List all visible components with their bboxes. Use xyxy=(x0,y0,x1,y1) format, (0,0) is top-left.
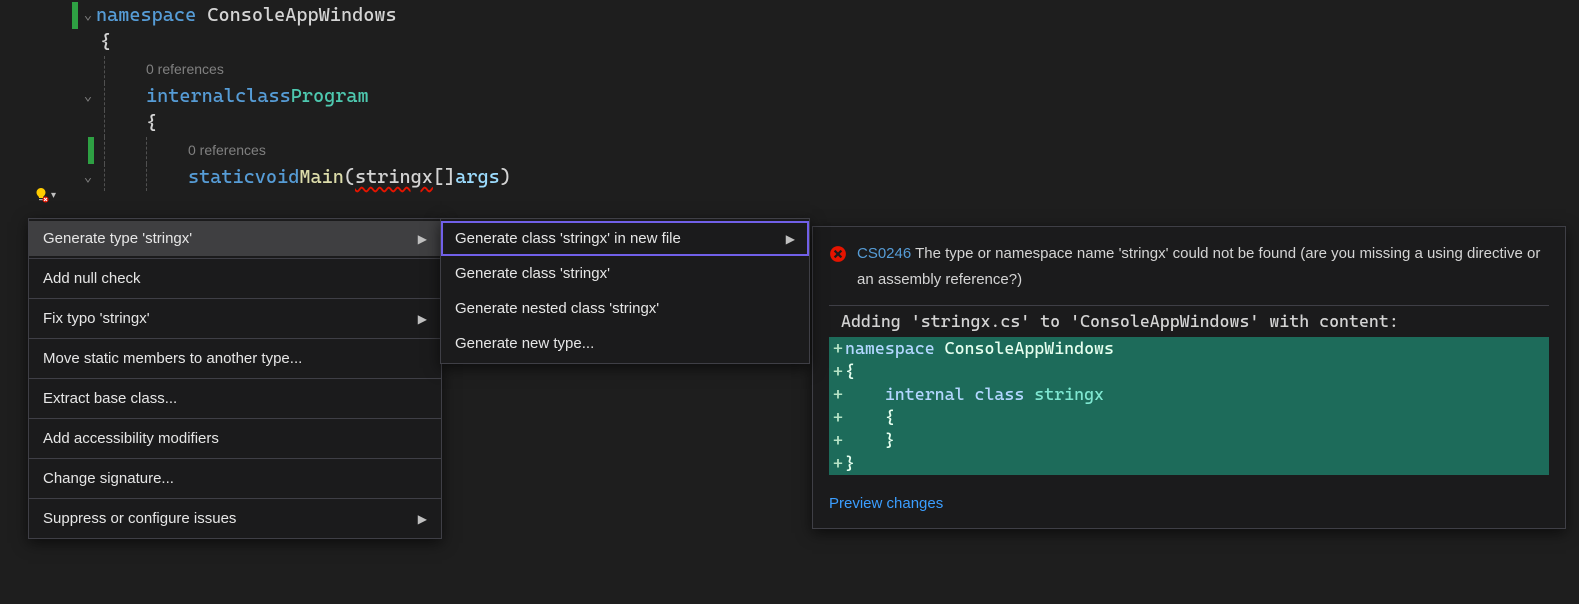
submenu-item-generate-nested[interactable]: Generate nested class 'stringx' xyxy=(441,291,809,326)
quick-actions-menu: Generate type 'stringx' ▶ Add null check… xyxy=(28,218,442,539)
menu-item-label: Generate nested class 'stringx' xyxy=(455,300,659,317)
menu-item-change-signature[interactable]: Change signature... xyxy=(29,461,441,496)
menu-item-label: Move static members to another type... xyxy=(43,350,302,367)
menu-item-label: Extract base class... xyxy=(43,390,177,407)
token-brace: { xyxy=(100,29,111,56)
menu-item-fix-typo[interactable]: Fix typo 'stringx' ▶ xyxy=(29,301,441,336)
menu-item-extract-base-class[interactable]: Extract base class... xyxy=(29,381,441,416)
menu-separator xyxy=(29,258,441,259)
menu-item-label: Generate type 'stringx' xyxy=(43,230,192,247)
submenu-arrow-icon: ▶ xyxy=(418,312,427,326)
token-keyword: namespace xyxy=(96,4,196,26)
menu-item-label: Generate class 'stringx' xyxy=(455,265,610,282)
chevron-down-icon: ▾ xyxy=(51,190,56,201)
submenu-arrow-icon: ▶ xyxy=(786,232,795,246)
menu-item-label: Add accessibility modifiers xyxy=(43,430,219,447)
menu-item-label: Generate class 'stringx' in new file xyxy=(455,230,681,247)
change-marker xyxy=(88,137,94,164)
diff-preview: Adding 'stringx.cs' to 'ConsoleAppWindow… xyxy=(829,306,1549,475)
submenu-arrow-icon: ▶ xyxy=(418,232,427,246)
menu-item-label: Fix typo 'stringx' xyxy=(43,310,150,327)
menu-item-move-static[interactable]: Move static members to another type... xyxy=(29,341,441,376)
code-editor: ⌄ namespace ConsoleAppWindows { 0 refere… xyxy=(0,0,1579,604)
collapse-chevron[interactable]: ⌄ xyxy=(80,164,96,191)
collapse-chevron[interactable]: ⌄ xyxy=(80,83,96,110)
menu-item-add-null-check[interactable]: Add null check xyxy=(29,261,441,296)
submenu-item-generate-class[interactable]: Generate class 'stringx' xyxy=(441,256,809,291)
preview-panel: CS0246 The type or namespace name 'strin… xyxy=(812,226,1566,529)
token-class: Program xyxy=(291,83,369,110)
submenu-item-generate-new-type[interactable]: Generate new type... xyxy=(441,326,809,361)
error-icon xyxy=(829,241,847,272)
token-namespace: ConsoleAppWindows xyxy=(207,4,396,26)
token-keyword: internal xyxy=(146,83,235,110)
menu-item-add-accessibility[interactable]: Add accessibility modifiers xyxy=(29,421,441,456)
lightbulb-error-icon xyxy=(33,187,49,203)
token-keyword: class xyxy=(235,83,291,110)
menu-item-label: Generate new type... xyxy=(455,335,594,352)
preview-changes-link[interactable]: Preview changes xyxy=(829,495,1549,512)
submenu-arrow-icon: ▶ xyxy=(418,512,427,526)
token-method: Main xyxy=(299,164,344,191)
menu-item-label: Suppress or configure issues xyxy=(43,510,236,527)
menu-item-generate-type[interactable]: Generate type 'stringx' ▶ xyxy=(29,221,441,256)
submenu-item-generate-new-file[interactable]: Generate class 'stringx' in new file ▶ xyxy=(441,221,809,256)
token-keyword: void xyxy=(255,164,300,191)
menu-item-suppress[interactable]: Suppress or configure issues ▶ xyxy=(29,501,441,536)
change-marker xyxy=(72,2,78,29)
token-param: args xyxy=(455,164,500,191)
diff-header: Adding 'stringx.cs' to 'ConsoleAppWindow… xyxy=(829,306,1549,337)
menu-item-label: Change signature... xyxy=(43,470,174,487)
code-line: ⌄ namespace ConsoleAppWindows xyxy=(0,2,1579,29)
generate-type-submenu: Generate class 'stringx' in new file ▶ G… xyxy=(440,218,810,364)
token-error[interactable]: stringx xyxy=(355,164,433,191)
code-area[interactable]: ⌄ namespace ConsoleAppWindows { 0 refere… xyxy=(0,0,1579,191)
error-code[interactable]: CS0246 xyxy=(857,245,911,262)
codelens-references[interactable]: 0 references xyxy=(146,56,224,83)
menu-item-label: Add null check xyxy=(43,270,141,287)
codelens-references[interactable]: 0 references xyxy=(188,137,266,164)
collapse-chevron[interactable]: ⌄ xyxy=(80,2,96,29)
quick-actions-lightbulb[interactable]: ▾ xyxy=(33,187,56,203)
token-keyword: static xyxy=(188,164,255,191)
error-message: The type or namespace name 'stringx' cou… xyxy=(857,245,1540,288)
